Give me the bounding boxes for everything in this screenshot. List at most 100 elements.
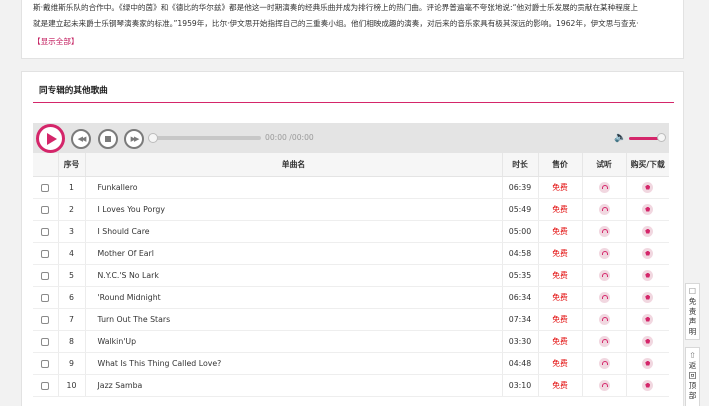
song-number: 3: [58, 220, 86, 243]
song-price: 免费: [538, 374, 583, 397]
row-checkbox[interactable]: [41, 271, 50, 280]
download-icon[interactable]: [642, 379, 654, 391]
headphones-icon[interactable]: [598, 181, 610, 193]
disclaimer-tab[interactable]: ☐ 免责声明: [685, 283, 700, 340]
row-checkbox[interactable]: [41, 381, 50, 390]
song-title: Walkin'Up: [85, 330, 503, 353]
song-number: 7: [58, 308, 86, 331]
row-checkbox[interactable]: [41, 337, 50, 346]
song-duration: 03:10: [502, 374, 539, 397]
panel-title-underline: [33, 102, 674, 103]
table-header-row: 序号 单曲名 时长 售价 试听 购买/下载: [33, 153, 669, 177]
panel-title: 同专辑的其他歌曲: [39, 86, 108, 96]
song-price: 免费: [538, 176, 583, 199]
table-row: 4 Mother Of Earl 04:58 免费: [33, 242, 669, 265]
progress-bar[interactable]: [148, 133, 261, 143]
headphones-icon[interactable]: [598, 357, 610, 369]
song-table: 序号 单曲名 时长 售价 试听 购买/下载 1 Funkallero 06:39…: [33, 153, 669, 397]
row-checkbox[interactable]: [41, 315, 50, 324]
song-title: Funkallero: [85, 176, 503, 199]
row-checkbox[interactable]: [41, 183, 50, 192]
song-title: 'Round Midnight: [85, 286, 503, 309]
speaker-icon[interactable]: 🔈: [614, 132, 626, 143]
header-select: [33, 153, 59, 177]
progress-handle[interactable]: [148, 133, 158, 143]
song-duration: 03:30: [502, 330, 539, 353]
headphones-icon[interactable]: [598, 269, 610, 281]
show-all-link[interactable]: 【显示全部】: [33, 36, 79, 47]
song-number: 4: [58, 242, 86, 265]
table-row: 10 Jazz Samba 03:10 免费: [33, 374, 669, 397]
back-to-top-label: 返回顶部: [688, 361, 697, 400]
song-duration: 07:34: [502, 308, 539, 331]
playback-time: 00:00 /00:00: [265, 133, 314, 142]
song-number: 9: [58, 352, 86, 375]
song-duration: 05:49: [502, 198, 539, 221]
headphones-icon[interactable]: [598, 291, 610, 303]
download-icon[interactable]: [642, 203, 654, 215]
song-price: 免费: [538, 308, 583, 331]
song-title: I Should Care: [85, 220, 503, 243]
table-row: 9 What Is This Thing Called Love? 04:48 …: [33, 352, 669, 375]
stop-icon: [105, 136, 111, 142]
stop-button[interactable]: [98, 129, 118, 149]
chat-bubble-icon: ☐: [688, 287, 697, 296]
album-intro-line-1: 斯·戴维斯乐队的合作中。《绿中的茵》和《德比的华尔兹》都是他这一时期演奏的经典乐…: [33, 3, 639, 12]
headphones-icon[interactable]: [598, 379, 610, 391]
table-row: 6 'Round Midnight 06:34 免费: [33, 286, 669, 309]
song-title: Mother Of Earl: [85, 242, 503, 265]
song-duration: 05:00: [502, 220, 539, 243]
song-title: I Loves You Porgy: [85, 198, 503, 221]
play-icon: [47, 132, 57, 145]
download-icon[interactable]: [642, 313, 654, 325]
headphones-icon[interactable]: [598, 313, 610, 325]
song-number: 6: [58, 286, 86, 309]
song-duration: 05:35: [502, 264, 539, 287]
fast-forward-icon: ▶▶: [130, 135, 140, 143]
volume-handle[interactable]: [657, 133, 666, 142]
song-duration: 06:34: [502, 286, 539, 309]
song-title: Jazz Samba: [85, 374, 503, 397]
table-row: 1 Funkallero 06:39 免费: [33, 176, 669, 199]
table-row: 8 Walkin'Up 03:30 免费: [33, 330, 669, 353]
row-checkbox[interactable]: [41, 227, 50, 236]
download-icon[interactable]: [642, 269, 654, 281]
download-icon[interactable]: [642, 291, 654, 303]
download-icon[interactable]: [642, 225, 654, 237]
song-price: 免费: [538, 352, 583, 375]
table-row: 5 N.Y.C.'S No Lark 05:35 免费: [33, 264, 669, 287]
back-to-top-tab[interactable]: ⇧ 返回顶部: [685, 347, 700, 406]
song-price: 免费: [538, 286, 583, 309]
disclaimer-label: 免责声明: [688, 297, 697, 336]
headphones-icon[interactable]: [598, 335, 610, 347]
headphones-icon[interactable]: [598, 203, 610, 215]
headphones-icon[interactable]: [598, 225, 610, 237]
arrow-up-icon: ⇧: [689, 351, 696, 360]
song-price: 免费: [538, 264, 583, 287]
table-row: 2 I Loves You Porgy 05:49 免费: [33, 198, 669, 221]
song-number: 2: [58, 198, 86, 221]
audio-player: ◀◀ ▶▶ 00:00 /00:00 🔈: [33, 123, 669, 153]
song-duration: 06:39: [502, 176, 539, 199]
song-price: 免费: [538, 220, 583, 243]
headphones-icon[interactable]: [598, 247, 610, 259]
header-listen: 试听: [582, 153, 627, 177]
song-price: 免费: [538, 242, 583, 265]
row-checkbox[interactable]: [41, 249, 50, 258]
song-price: 免费: [538, 330, 583, 353]
download-icon[interactable]: [642, 247, 654, 259]
song-duration: 04:58: [502, 242, 539, 265]
play-button[interactable]: [36, 124, 65, 153]
download-icon[interactable]: [642, 357, 654, 369]
download-icon[interactable]: [642, 181, 654, 193]
row-checkbox[interactable]: [41, 359, 50, 368]
row-checkbox[interactable]: [41, 293, 50, 302]
row-checkbox[interactable]: [41, 205, 50, 214]
song-title: N.Y.C.'S No Lark: [85, 264, 503, 287]
next-button[interactable]: ▶▶: [124, 129, 144, 149]
download-icon[interactable]: [642, 335, 654, 347]
song-number: 10: [58, 374, 86, 397]
previous-button[interactable]: ◀◀: [71, 129, 91, 149]
song-title: What Is This Thing Called Love?: [85, 352, 503, 375]
header-duration: 时长: [502, 153, 539, 177]
